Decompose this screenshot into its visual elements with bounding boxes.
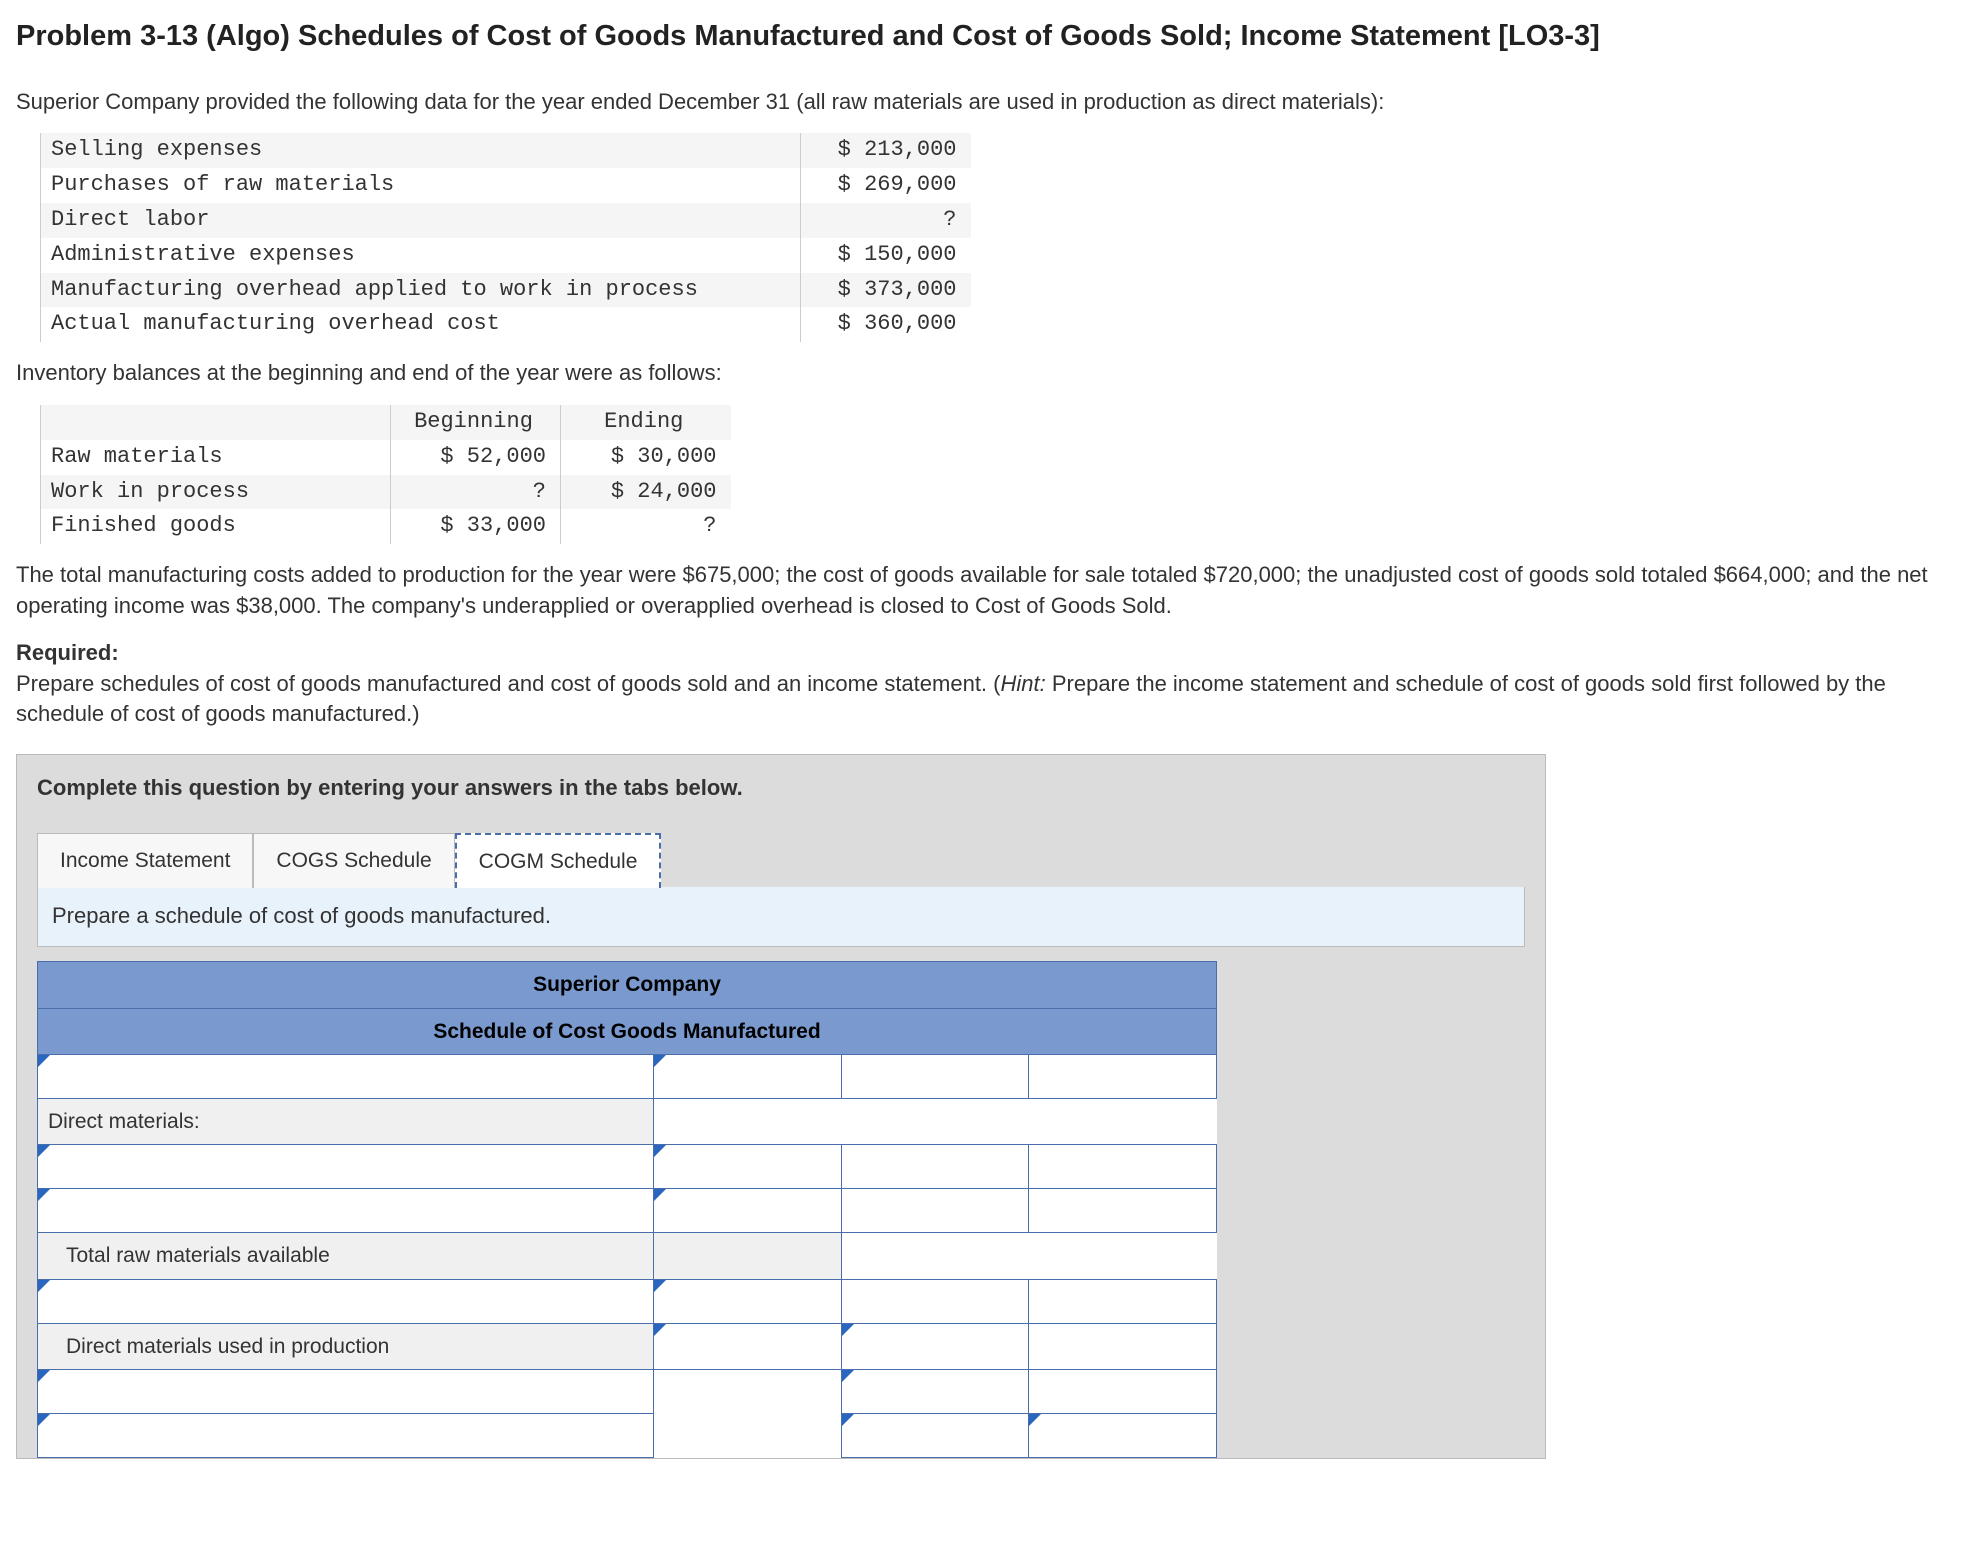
inventory-end: $ 30,000 — [561, 440, 731, 475]
worksheet-amount-input[interactable] — [654, 1279, 842, 1323]
worksheet-amount-cell[interactable] — [1029, 1189, 1217, 1233]
worksheet-label: Direct materials: — [38, 1098, 654, 1144]
worksheet-amount-cell[interactable] — [841, 1279, 1029, 1323]
worksheet-empty-cell — [654, 1414, 842, 1458]
worksheet-label: Direct materials used in production — [38, 1323, 654, 1369]
worksheet-label-input[interactable] — [38, 1370, 654, 1414]
narrative-paragraph: The total manufacturing costs added to p… — [16, 560, 1951, 622]
inventory-table: BeginningEnding Raw materials$ 52,000$ 30… — [40, 405, 731, 544]
data-row-value: $ 269,000 — [801, 168, 971, 203]
active-tab-pane: Prepare a schedule of cost of goods manu… — [37, 887, 1525, 947]
worksheet-empty-cell — [841, 1233, 1029, 1279]
worksheet-label-input[interactable] — [38, 1279, 654, 1323]
worksheet-amount-cell[interactable] — [841, 1189, 1029, 1233]
answer-tabs: Income Statement COGS Schedule COGM Sche… — [37, 832, 1525, 887]
cogm-worksheet: Superior Company Schedule of Cost Goods … — [37, 961, 1217, 1458]
inventory-beg: $ 52,000 — [391, 440, 561, 475]
tab-cogs-schedule[interactable]: COGS Schedule — [253, 833, 454, 888]
data-row-value: $ 373,000 — [801, 273, 971, 308]
worksheet-amount-input[interactable] — [654, 1054, 842, 1098]
inventory-row-label: Raw materials — [41, 440, 391, 475]
worksheet-empty-cell — [1029, 1233, 1217, 1279]
answer-instructions: Complete this question by entering your … — [37, 773, 1525, 804]
required-section: Required: Prepare schedules of cost of g… — [16, 638, 1951, 730]
inventory-header: Beginning — [391, 405, 561, 440]
worksheet-amount-input[interactable] — [841, 1414, 1029, 1458]
data-row-label: Manufacturing overhead applied to work i… — [41, 273, 801, 308]
worksheet-empty-cell — [841, 1098, 1029, 1144]
worksheet-amount-cell[interactable] — [1029, 1370, 1217, 1414]
worksheet-empty-cell — [654, 1370, 842, 1414]
inventory-beg: $ 33,000 — [391, 509, 561, 544]
tab-cogm-schedule[interactable]: COGM Schedule — [455, 833, 662, 888]
data-row-label: Administrative expenses — [41, 238, 801, 273]
hint-label: Hint: — [1000, 671, 1045, 696]
data-row-label: Actual manufacturing overhead cost — [41, 307, 801, 342]
inventory-intro: Inventory balances at the beginning and … — [16, 358, 1951, 389]
worksheet-label-input[interactable] — [38, 1145, 654, 1189]
worksheet-amount-input[interactable] — [654, 1145, 842, 1189]
worksheet-amount-cell[interactable] — [841, 1145, 1029, 1189]
inventory-beg: ? — [391, 475, 561, 510]
required-text-1: Prepare schedules of cost of goods manuf… — [16, 671, 1000, 696]
worksheet-label-input[interactable] — [38, 1189, 654, 1233]
grid-company-header: Superior Company — [38, 962, 1217, 1008]
worksheet-amount-cell[interactable] — [1029, 1323, 1217, 1369]
inventory-end: $ 24,000 — [561, 475, 731, 510]
required-label: Required: — [16, 640, 119, 665]
worksheet-amount-cell[interactable] — [1029, 1279, 1217, 1323]
inventory-header — [41, 405, 391, 440]
grid-title-header: Schedule of Cost Goods Manufactured — [38, 1008, 1217, 1054]
inventory-row-label: Finished goods — [41, 509, 391, 544]
tab-prompt: Prepare a schedule of cost of goods manu… — [52, 903, 551, 928]
inventory-header: Ending — [561, 405, 731, 440]
worksheet-amount-cell[interactable] — [1029, 1145, 1217, 1189]
inventory-row-label: Work in process — [41, 475, 391, 510]
inventory-end: ? — [561, 509, 731, 544]
worksheet-amount-cell[interactable] — [841, 1054, 1029, 1098]
worksheet-label-input[interactable] — [38, 1054, 654, 1098]
worksheet-label: Total raw materials available — [38, 1233, 654, 1279]
data-row-label: Purchases of raw materials — [41, 168, 801, 203]
answer-box: Complete this question by entering your … — [16, 754, 1546, 1459]
problem-title: Problem 3-13 (Algo) Schedules of Cost of… — [16, 16, 1951, 57]
intro-text: Superior Company provided the following … — [16, 87, 1951, 118]
worksheet-amount-cell[interactable] — [1029, 1054, 1217, 1098]
data-row-value: $ 213,000 — [801, 133, 971, 168]
worksheet-empty-cell — [1029, 1098, 1217, 1144]
data-row-label: Selling expenses — [41, 133, 801, 168]
data-row-value: $ 150,000 — [801, 238, 971, 273]
data-row-value: $ 360,000 — [801, 307, 971, 342]
given-data-table: Selling expenses$ 213,000Purchases of ra… — [40, 133, 971, 342]
worksheet-amount-input[interactable] — [654, 1323, 842, 1369]
worksheet-empty-cell — [654, 1098, 842, 1144]
worksheet-amount-readonly — [654, 1233, 842, 1279]
worksheet-amount-input[interactable] — [1029, 1414, 1217, 1458]
worksheet-amount-input[interactable] — [841, 1323, 1029, 1369]
worksheet-amount-input[interactable] — [654, 1189, 842, 1233]
data-row-label: Direct labor — [41, 203, 801, 238]
tab-income-statement[interactable]: Income Statement — [37, 833, 253, 888]
worksheet-amount-input[interactable] — [841, 1370, 1029, 1414]
data-row-value: ? — [801, 203, 971, 238]
worksheet-label-input[interactable] — [38, 1414, 654, 1458]
